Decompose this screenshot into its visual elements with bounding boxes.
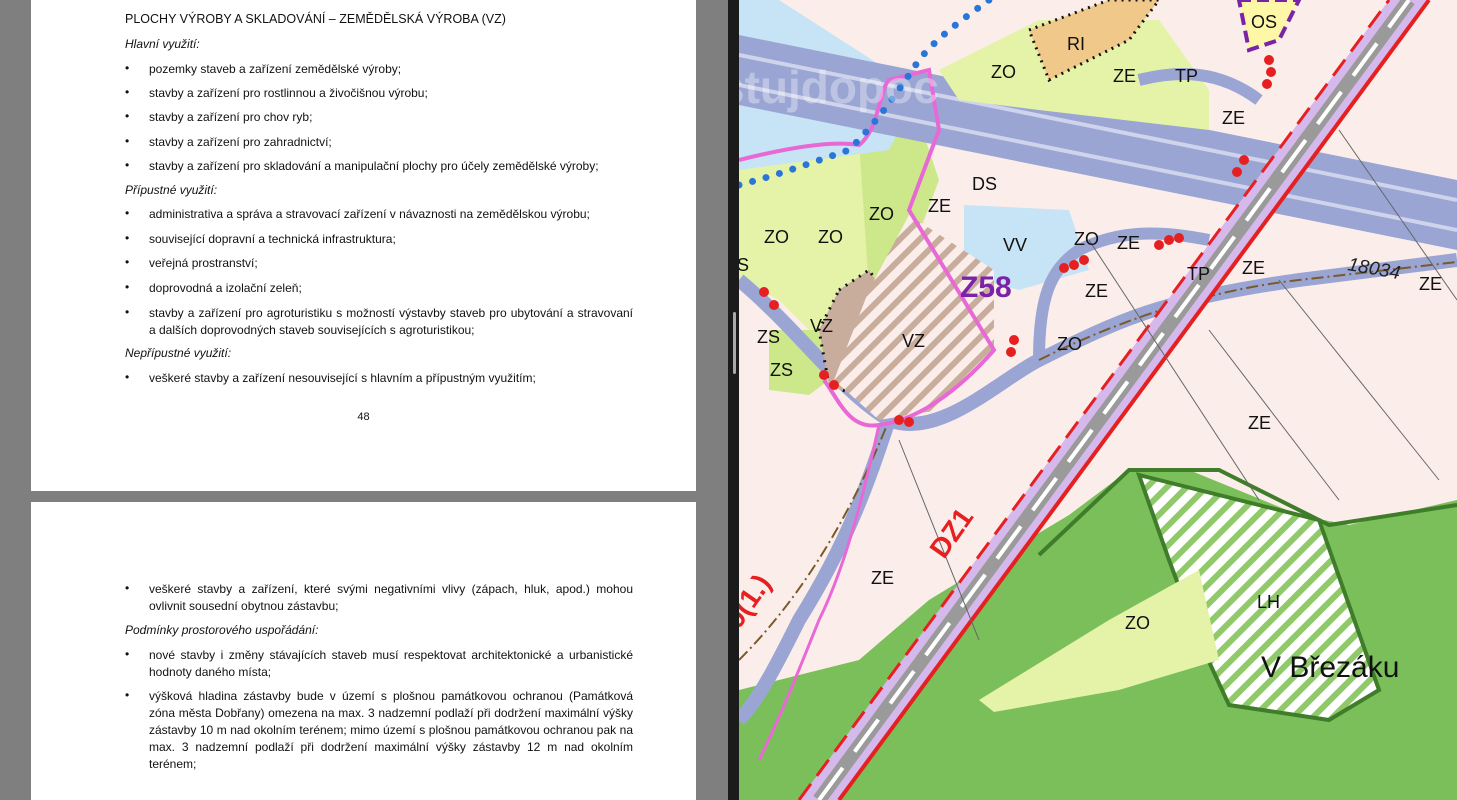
list-item: administrativa a správa a stravovací zař…	[149, 207, 590, 221]
label-os: OS	[1251, 12, 1277, 32]
prohibited-use-title: Nepřípustné využití:	[125, 346, 232, 360]
bullet-icon: •	[125, 231, 130, 245]
list-item: stavby a zařízení pro agroturistiku s mo…	[149, 306, 633, 337]
bullet-icon: •	[125, 206, 130, 220]
main-use-title: Hlavní využití:	[125, 37, 200, 51]
label-zo: ZO	[991, 62, 1016, 82]
list-item: doprovodná a izolační zeleň;	[149, 281, 302, 295]
page-number: 48	[357, 411, 370, 423]
list-item: stavby a zařízení pro skladování a manip…	[149, 159, 599, 173]
label-zo: ZO	[1125, 613, 1150, 633]
bullet-icon: •	[125, 61, 130, 75]
list-item: výšková hladina zástavby bude v území s …	[149, 689, 633, 771]
list-item: nové stavby i změny stávajících staveb m…	[149, 648, 633, 679]
list-item: stavby a zařízení pro chov ryb;	[149, 110, 313, 124]
list-item: veškeré stavby a zařízení nesouvisející …	[149, 371, 536, 385]
list-item: související dopravní a technická infrast…	[149, 232, 396, 246]
list-item: stavby a zařízení pro rostlinnou a živoč…	[149, 86, 428, 100]
label-lh: LH	[1257, 592, 1280, 612]
bullet-icon: •	[125, 85, 130, 99]
label-ri: RI	[1067, 34, 1085, 54]
label-zo: ZO	[1057, 334, 1082, 354]
bullet-icon: •	[125, 581, 130, 595]
label-vz: VZ	[902, 331, 925, 351]
label-z58: Z58	[960, 271, 1012, 304]
label-ze: ZE	[871, 568, 894, 588]
bullet-icon: •	[125, 158, 130, 172]
bullet-icon: •	[125, 280, 130, 294]
label-ze: ZE	[1117, 233, 1140, 253]
label-zo: ZO	[1074, 229, 1099, 249]
bullet-icon: •	[125, 370, 130, 384]
split-view-divider[interactable]	[728, 0, 739, 800]
document-page-49: • veškeré stavby a zařízení, které svými…	[31, 502, 696, 800]
list-item: veškeré stavby a zařízení, které svými n…	[149, 582, 633, 613]
document-viewer[interactable]: PLOCHY VÝROBY A SKLADOVÁNÍ – ZEMĚDĚLSKÁ …	[0, 0, 728, 800]
spatial-title: Podmínky prostorového uspořádání:	[125, 623, 319, 637]
bullet-icon: •	[125, 109, 130, 123]
label-ze: ZE	[1419, 274, 1442, 294]
label-zs: ZS	[770, 360, 793, 380]
label-ze: ZE	[1113, 66, 1136, 86]
bullet-icon: •	[125, 134, 130, 148]
label-ze: ZE	[928, 196, 951, 216]
map-labels: OS RI ZO ZE TP ZE DS ZE ZO ZO ZO VV ZO Z…	[739, 12, 1442, 684]
label-ze: ZE	[1085, 281, 1108, 301]
label-zo: ZO	[869, 204, 894, 224]
label-s: S	[739, 255, 749, 275]
label-zo: ZO	[764, 227, 789, 247]
label-zs: ZS	[757, 327, 780, 347]
document-page-48: PLOCHY VÝROBY A SKLADOVÁNÍ – ZEMĚDĚLSKÁ …	[31, 0, 696, 491]
label-ze: ZE	[1222, 108, 1245, 128]
list-item: veřejná prostranství;	[149, 256, 258, 270]
bullet-icon: •	[125, 688, 130, 702]
label-zo: ZO	[818, 227, 843, 247]
permitted-use-title: Přípustné využití:	[125, 183, 218, 197]
label-dz1: DZ1	[924, 502, 980, 563]
label-v-brezaku: V Březáku	[1261, 651, 1399, 684]
label-z9: 9(1.)	[739, 568, 777, 633]
label-ze: ZE	[1242, 258, 1265, 278]
label-vz: VZ	[810, 316, 833, 336]
section-heading: PLOCHY VÝROBY A SKLADOVÁNÍ – ZEMĚDĚLSKÁ …	[125, 12, 506, 26]
list-item: pozemky staveb a zařízení zemědělské výr…	[149, 62, 402, 76]
bullet-icon: •	[125, 255, 130, 269]
label-tp: TP	[1187, 264, 1210, 284]
label-vv: VV	[1003, 235, 1027, 255]
bullet-icon: •	[125, 647, 130, 661]
label-road-number: 18034	[1346, 254, 1402, 284]
label-tp: TP	[1175, 66, 1198, 86]
list-item: stavby a zařízení pro zahradnictví;	[149, 135, 332, 149]
label-ds: DS	[972, 174, 997, 194]
bullet-icon: •	[125, 305, 130, 319]
zoning-map[interactable]: stujdopoc OS RI ZO ZE TP ZE DS ZE ZO ZO …	[739, 0, 1457, 800]
divider-handle[interactable]	[733, 312, 736, 374]
label-ze: ZE	[1248, 413, 1271, 433]
